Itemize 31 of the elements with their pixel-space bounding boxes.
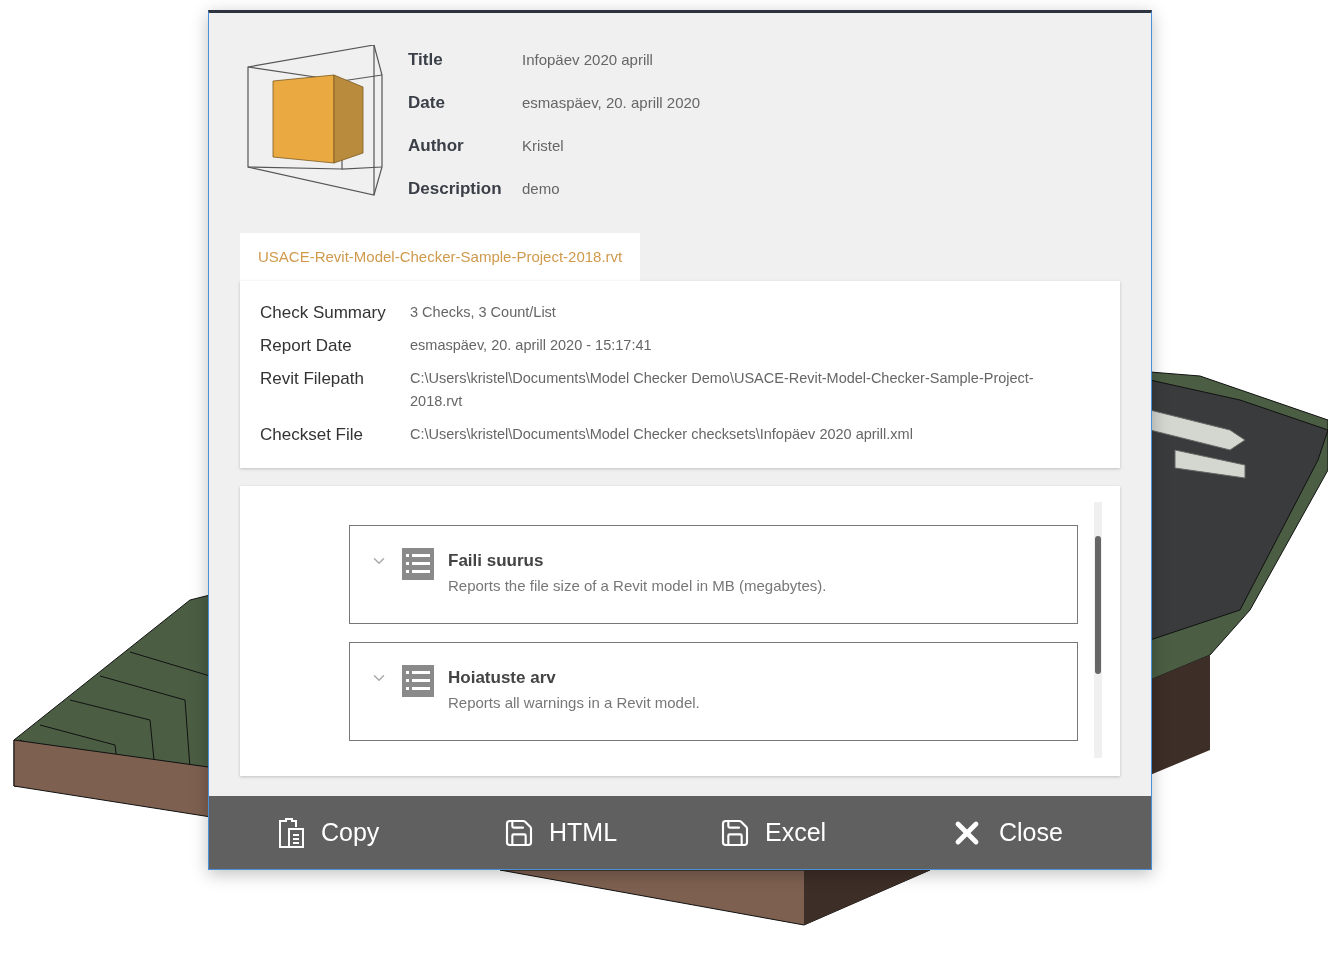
summary-value: 3 Checks, 3 Count/List [410, 303, 557, 322]
field-label: Author [408, 135, 465, 156]
field-label: Title [408, 49, 444, 70]
summary-label: Checkset File [260, 424, 364, 446]
action-button[interactable]: Excel [713, 812, 833, 853]
check-item[interactable]: Hoiatuste arv Reports all warnings in a Revit model. [349, 642, 1078, 741]
summary-value: C:\Users\kristel\Documents\Model Checker Demo\USACE-Revit-Model-Checker-Sample-Project-2018.rvt [410, 369, 1035, 411]
field-label: Date [408, 92, 446, 113]
list-icon [402, 548, 434, 580]
summary-label: Report Date [260, 335, 353, 357]
summary-value: esmaspäev, 20. aprill 2020 - 15:17:41 [410, 336, 653, 355]
action-button[interactable]: HTML [497, 812, 624, 853]
check-description: Reports all warnings in a Revit model. [448, 694, 700, 711]
check-name: Hoiatuste arv [448, 668, 557, 688]
summary-label: Check Summary [260, 302, 387, 324]
check-item[interactable]: Faili suurus Reports the file size of a Revit model in MB (megabytes). [349, 525, 1078, 624]
summary-label: Revit Filepath [260, 368, 365, 390]
scrollbar[interactable] [1094, 502, 1102, 758]
field-value: demo [522, 179, 561, 199]
check-name: Faili suurus [448, 551, 545, 571]
field-label: Description [408, 178, 503, 199]
field-value: esmaspäev, 20. aprill 2020 [522, 93, 701, 113]
check-description: Reports the file size of a Revit model in MB (megabytes). [448, 577, 827, 594]
field-value: Infopäev 2020 aprill [522, 50, 654, 70]
list-icon [402, 665, 434, 697]
scrollbar-thumb[interactable] [1095, 536, 1101, 674]
field-value: Kristel [522, 136, 565, 156]
summary-value: C:\Users\kristel\Documents\Model Checker checksets\Infopäev 2020 aprill.xml [410, 425, 914, 444]
action-button[interactable]: Close [943, 810, 1069, 855]
model-cube-icon [246, 45, 384, 197]
action-button[interactable]: Copy [269, 812, 386, 853]
